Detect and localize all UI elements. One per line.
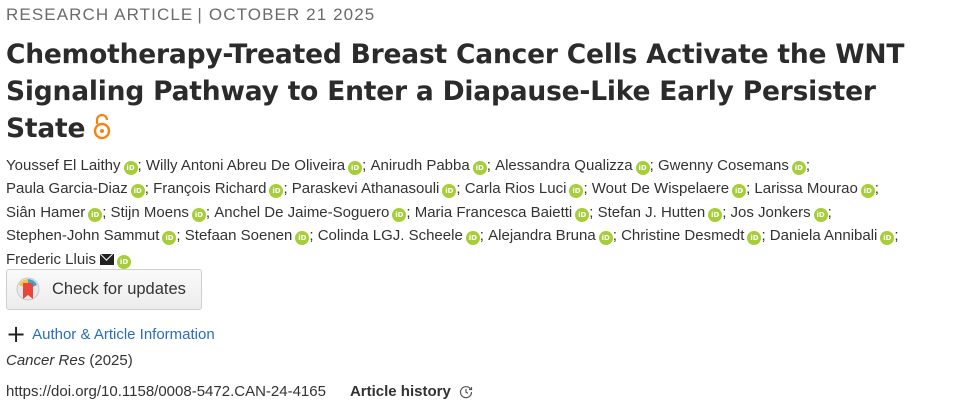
author-item: Anchel De Jaime-Soguero iD; (214, 203, 415, 222)
author-item: Carla Rios Luci iD; (464, 180, 592, 199)
orcid-icon[interactable]: iD (569, 184, 584, 199)
author-item: Alessandra Qualizza iD; (495, 157, 658, 175)
doi-row: https://doi.org/10.1158/0008-5472.CAN-24… (6, 383, 473, 400)
author-article-information-link[interactable]: Author & Article Information (32, 326, 215, 343)
kicker-separator: | (197, 5, 203, 24)
author-name[interactable]: Stijn Moens (111, 204, 189, 221)
journal-name: Cancer Res (6, 352, 86, 369)
orcid-icon[interactable]: iD (813, 207, 828, 222)
orcid-icon[interactable]: iD (860, 184, 875, 199)
article-kicker: RESEARCH ARTICLE | OCTOBER 21 2025 (6, 5, 375, 25)
orcid-icon[interactable]: iD (123, 161, 138, 175)
article-title: Chemotherapy-Treated Breast Cancer Cells… (6, 36, 954, 147)
orcid-icon[interactable]: iD (88, 207, 103, 222)
author-item: Christine Desmedt iD; (621, 227, 770, 246)
author-item: Stefan J. Hutten iD; (597, 203, 731, 222)
orcid-icon[interactable]: iD (130, 184, 145, 199)
author-item: Stijn Moens iD; (110, 203, 215, 222)
orcid-icon[interactable]: iD (392, 207, 407, 222)
author-item: Gwenny Cosemans iD; (657, 157, 811, 175)
author-item: Frederic Lluis iD (6, 251, 132, 269)
orcid-icon[interactable]: iD (732, 184, 747, 199)
author-item: Paula Garcia-Diaz iD; (6, 180, 154, 199)
author-article-information-toggle[interactable]: + Author & Article Information (6, 320, 215, 348)
author-item: François Richard iD; (153, 180, 292, 199)
author-item: Stefaan Soenen iD; (184, 227, 318, 246)
check-for-updates-button[interactable]: Check for updates (6, 269, 202, 310)
publication-date: OCTOBER 21 2025 (208, 5, 376, 24)
orcid-icon[interactable]: iD (442, 184, 457, 199)
plus-icon: + (6, 320, 27, 348)
author-name[interactable]: Alejandra Bruna (488, 227, 596, 244)
author-item: Larissa Mourao iD; (754, 180, 879, 199)
orcid-icon[interactable]: iD (295, 231, 310, 246)
author-item: Maria Francesca Baietti iD; (414, 203, 598, 222)
author-item: Youssef El Laithy iD; (6, 157, 146, 175)
orcid-icon[interactable]: iD (117, 254, 132, 269)
journal-year: (2025) (89, 352, 133, 369)
author-name[interactable]: Frederic Lluis (6, 251, 96, 268)
author-item: Colinda LGJ. Scheele iD; (317, 227, 489, 246)
orcid-icon[interactable]: iD (708, 207, 723, 222)
author-list: Youssef El Laithy iD; Willy Antoni Abreu … (6, 154, 956, 271)
author-name[interactable]: Maria Francesca Baietti (415, 204, 573, 221)
author-name[interactable]: Wout De Wispelaere (592, 180, 729, 197)
author-item: Wout De Wispelaere iD; (591, 180, 755, 199)
orcid-icon[interactable]: iD (465, 231, 480, 246)
author-name[interactable]: Christine Desmedt (621, 227, 744, 244)
article-title-text: Chemotherapy-Treated Breast Cancer Cells… (6, 39, 905, 144)
author-name[interactable]: Anchel De Jaime-Soguero (214, 204, 389, 221)
orcid-icon[interactable]: iD (348, 161, 363, 175)
author-name[interactable]: Anirudh Pabba (370, 157, 469, 174)
orcid-icon[interactable]: iD (791, 161, 806, 175)
author-name[interactable]: Paraskevi Athanasouli (292, 180, 440, 197)
author-name[interactable]: Stefaan Soenen (185, 227, 293, 244)
author-name[interactable]: Daniela Annibali (770, 227, 878, 244)
orcid-icon[interactable]: iD (191, 207, 206, 222)
author-item: Stephen-John Sammut iD; (6, 227, 185, 246)
orcid-icon[interactable]: iD (747, 231, 762, 246)
article-history-label: Article history (349, 383, 451, 400)
author-name[interactable]: Siân Hamer (6, 204, 85, 221)
author-item: Jos Jonkers iD; (730, 203, 832, 222)
email-icon[interactable] (100, 253, 115, 265)
author-name[interactable]: Colinda LGJ. Scheele (318, 227, 463, 244)
orcid-icon[interactable]: iD (269, 184, 284, 199)
author-item: Siân Hamer iD; (6, 203, 111, 222)
author-name[interactable]: Carla Rios Luci (465, 180, 567, 197)
author-name[interactable]: Gwenny Cosemans (658, 157, 789, 174)
crossmark-icon (16, 277, 40, 300)
author-item: Daniela Annibali iD; (769, 227, 899, 246)
article-type: RESEARCH ARTICLE (6, 5, 194, 24)
author-item: Alejandra Bruna iD; (488, 227, 622, 246)
orcid-icon[interactable]: iD (635, 161, 650, 175)
author-name[interactable]: Alessandra Qualizza (495, 157, 633, 174)
author-item: Anirudh Pabba iD; (370, 157, 496, 175)
author-name[interactable]: Willy Antoni Abreu De Oliveira (146, 157, 345, 174)
orcid-icon[interactable]: iD (575, 207, 590, 222)
author-name[interactable]: François Richard (153, 180, 266, 197)
author-name[interactable]: Stephen-John Sammut (6, 227, 159, 244)
open-lock-icon (94, 113, 111, 140)
author-name[interactable]: Larissa Mourao (754, 180, 857, 197)
orcid-icon[interactable]: iD (598, 231, 613, 246)
author-item: Willy Antoni Abreu De Oliveira iD; (145, 157, 371, 175)
clock-icon (459, 385, 472, 398)
author-item: Paraskevi Athanasouli iD; (291, 180, 465, 199)
check-for-updates-label: Check for updates (52, 280, 186, 298)
author-name[interactable]: Stefan J. Hutten (598, 204, 706, 221)
orcid-icon[interactable]: iD (162, 231, 177, 246)
orcid-icon[interactable]: iD (880, 231, 895, 246)
journal-citation: Cancer Res (2025) (6, 352, 133, 369)
article-history-button[interactable]: Article history (350, 383, 473, 400)
doi-link[interactable]: https://doi.org/10.1158/0008-5472.CAN-24… (6, 383, 326, 400)
author-name[interactable]: Youssef El Laithy (6, 157, 121, 174)
orcid-icon[interactable]: iD (472, 161, 487, 175)
author-name[interactable]: Jos Jonkers (731, 204, 811, 221)
author-name[interactable]: Paula Garcia-Diaz (6, 180, 128, 197)
